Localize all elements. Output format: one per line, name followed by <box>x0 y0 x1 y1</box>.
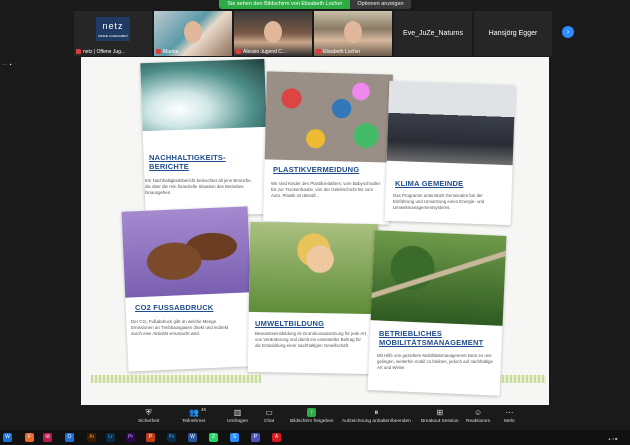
app-icon[interactable]: P <box>251 433 260 442</box>
card-title: KLIMA GEMEINDE <box>395 179 464 188</box>
participant-tile[interactable]: Elisabeth Locher <box>314 11 392 56</box>
view-options-button[interactable]: Optionen anzeigen <box>350 0 411 9</box>
more-button[interactable]: ⋯ Mehr <box>504 408 515 424</box>
app-icon[interactable]: Id <box>43 433 52 442</box>
security-button[interactable]: ⛨ Sicherheit <box>138 408 159 424</box>
app-icon[interactable]: P <box>146 433 155 442</box>
participant-name: Hansjörg Egger <box>488 30 538 37</box>
app-icon[interactable]: W <box>188 433 197 442</box>
chevron-right-icon[interactable]: › <box>562 26 574 38</box>
share-banner: Sie sehen den Bildschirm von Elisabeth L… <box>0 0 630 10</box>
card-photo <box>248 221 379 315</box>
share-screen-icon: ↑ <box>307 408 317 417</box>
participant-name: Marina <box>163 49 179 55</box>
zoom-window: Sie sehen den Bildschirm von Elisabeth L… <box>0 0 630 445</box>
participant-tile[interactable]: Alessio Jugend C... <box>234 11 312 56</box>
content-card[interactable] <box>263 71 393 225</box>
bar-chart-icon: ▥ <box>233 408 242 417</box>
participant-tile[interactable]: Hansjörg Egger <box>474 11 552 56</box>
participant-name: netz | Offene Jug... <box>83 49 126 55</box>
breakout-icon: ⊞ <box>436 408 444 417</box>
view-controls[interactable]: ⋯ ▪ <box>2 62 12 68</box>
system-tray[interactable]: ▴ ◑ ■ <box>600 434 626 443</box>
participants-count: 45 <box>201 407 207 412</box>
app-icon[interactable]: W <box>3 433 12 442</box>
os-taskbar: W F Id O Ai Lr Pr P Ps W Z S P A ▴ ◑ ■ <box>0 430 630 445</box>
people-icon: 👥 <box>189 408 200 417</box>
card-title: PLASTIKVERMEIDUNG <box>273 165 360 174</box>
app-icon[interactable]: O <box>65 433 74 442</box>
shared-screen: NACHHALTIGKEITS- BERICHTE Ein Nachhaltigk… <box>81 57 549 405</box>
card-photo <box>121 206 252 298</box>
card-title: BETRIEBLICHES MOBILITÄTSMANAGEMENT <box>379 329 484 347</box>
share-screen-button[interactable]: ↑ Bildschirm freigeben <box>290 408 333 424</box>
muted-mic-icon <box>156 49 161 54</box>
card-title: NACHHALTIGKEITS- BERICHTE <box>149 153 226 171</box>
participant-video <box>264 21 282 43</box>
participant-video <box>184 21 202 43</box>
app-icon[interactable]: Pr <box>126 433 135 442</box>
participant-video <box>344 21 362 43</box>
reactions-button[interactable]: ☺ Reaktionen <box>466 408 490 424</box>
participant-tile[interactable]: Marina <box>154 11 232 56</box>
card-text: Mit Hilfe von gezieltem Mobilitätsmanage… <box>377 353 493 370</box>
smiley-icon: ☺ <box>474 408 483 417</box>
content-card[interactable] <box>247 221 379 375</box>
muted-mic-icon <box>316 49 321 54</box>
card-photo <box>370 230 507 326</box>
participant-tile[interactable]: Eve_JuZe_Naturns <box>394 11 472 56</box>
card-title: UMWELTBILDUNG <box>255 319 325 328</box>
pause-stop-icon: ⏸ <box>374 408 379 417</box>
card-text: Ein Nachhaltigkeitsbericht beleuchtet al… <box>145 178 252 195</box>
card-text: Bewusstseinsbildung ist Grundvoraussetzu… <box>255 331 367 348</box>
participant-strip: netz OFFENE JUGENDARBEIT netz | Offene Ju… <box>74 11 552 56</box>
card-photo <box>140 58 267 132</box>
org-logo: netz OFFENE JUGENDARBEIT <box>96 17 130 41</box>
card-title: CO2 FUSSABDRUCK <box>135 303 214 312</box>
app-icon[interactable]: F <box>25 433 34 442</box>
content-card[interactable] <box>121 206 255 372</box>
card-text: Das Programm unterstützt Gemeinden bei d… <box>393 193 485 210</box>
chat-button[interactable]: ▭ Chat <box>264 408 274 424</box>
participant-tile[interactable]: netz OFFENE JUGENDARBEIT netz | Offene Ju… <box>74 11 152 56</box>
card-photo <box>264 71 393 163</box>
shield-icon: ⛨ <box>145 408 152 417</box>
meeting-toolbar: ⛨ Sicherheit 👥 Teilnehmer 45 ▥ Umfragen ▭ Ch… <box>0 406 630 430</box>
more-dots-icon: ⋯ <box>505 408 514 417</box>
polls-button[interactable]: ▥ Umfragen <box>227 408 248 424</box>
decorative-stripe <box>91 375 261 383</box>
app-icon[interactable]: Ai <box>87 433 96 442</box>
app-icon[interactable]: Lr <box>106 433 115 442</box>
app-icon[interactable]: A <box>272 433 281 442</box>
card-photo <box>386 80 516 166</box>
recording-button[interactable]: ⏸ Aufzeichnung anhalten/beenden <box>342 408 411 424</box>
chat-icon: ▭ <box>265 408 273 417</box>
muted-mic-icon <box>236 49 241 54</box>
card-text: Der CO₂ Fußabdruck gibt an welche Menge … <box>131 319 229 336</box>
participant-name: Elisabeth Locher <box>323 49 361 55</box>
sharing-indicator: Sie sehen den Bildschirm von Elisabeth L… <box>219 0 351 9</box>
breakout-button[interactable]: ⊞ Breakout Session <box>421 408 459 424</box>
participant-name: Eve_JuZe_Naturns <box>403 30 463 37</box>
app-icon[interactable]: Z <box>209 433 218 442</box>
muted-mic-icon <box>76 49 81 54</box>
card-text: Wir sind Kinder des Plastikzeitalters: v… <box>271 181 381 198</box>
participant-name: Alessio Jugend C... <box>243 49 287 55</box>
app-icon[interactable]: Ps <box>167 433 176 442</box>
app-icon[interactable]: S <box>230 433 239 442</box>
